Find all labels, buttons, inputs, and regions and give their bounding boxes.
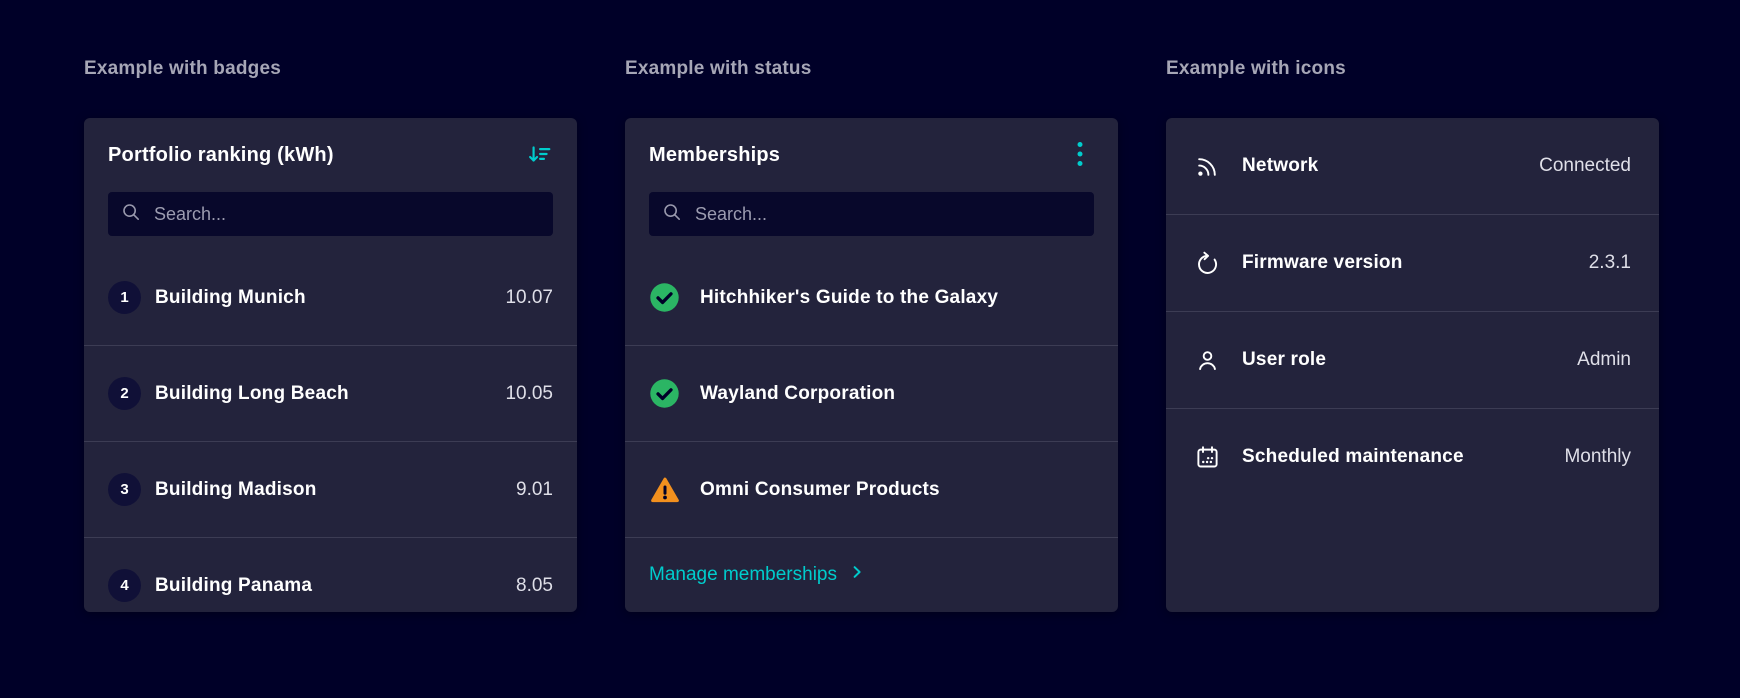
link-label: Manage memberships [649,564,837,585]
item-value: Connected [1539,155,1631,176]
sort-descending-icon [526,141,552,170]
examples-layout: Example with badges Portfolio ranking (k… [0,0,1740,612]
ranking-list: 1 Building Munich 10.07 2 Building Long … [84,250,577,612]
rank-badge: 3 [108,473,141,506]
rank-badge: 2 [108,377,141,410]
list-item: 4 Building Panama 8.05 [84,537,577,612]
section-status: Example with status Memberships Search..… [625,56,1118,612]
search-box [108,192,553,236]
search-box [649,192,1094,236]
search-input[interactable] [693,202,1081,226]
search-icon [662,202,682,227]
list-item: 3 Building Madison 9.01 [84,441,577,537]
section-icons: Example with icons Network Connected Fir… [1166,56,1659,612]
list-item: Scheduled maintenance Monthly [1166,408,1659,505]
section-title: Example with badges [84,58,282,79]
chevron-right-icon [852,564,862,586]
card-title: Portfolio ranking (kWh) [108,143,334,166]
list-item: Wayland Corporation [625,345,1118,441]
item-label: Scheduled maintenance [1242,446,1464,467]
search-input[interactable] [152,202,540,226]
card-empty-space [1166,505,1659,612]
sort-descending-button[interactable] [525,141,553,169]
list-item: User role Admin [1166,311,1659,408]
item-label: Building Munich [155,286,306,308]
item-value: 2.3.1 [1588,252,1631,273]
item-label: Building Panama [155,574,313,596]
rank-badge: 4 [108,569,141,602]
list-item: 1 Building Munich 10.07 [84,250,577,345]
item-label: Building Long Beach [155,382,349,404]
device-info-card: Network Connected Firmware version 2.3.1 [1166,118,1659,612]
item-label: Omni Consumer Products [700,478,940,500]
list-item: Firmware version 2.3.1 [1166,214,1659,311]
memberships-list: Hitchhiker's Guide to the Galaxy Wayland… [625,250,1118,612]
section-badges: Example with badges Portfolio ranking (k… [84,56,577,612]
section-title: Example with status [625,58,812,79]
item-value: 9.01 [516,478,553,500]
section-title: Example with icons [1166,58,1346,79]
item-label: Wayland Corporation [700,382,896,404]
success-check-icon [649,378,680,409]
item-value: Monthly [1564,446,1631,467]
list-item: 2 Building Long Beach 10.05 [84,345,577,441]
item-label: Hitchhiker's Guide to the Galaxy [700,286,999,308]
item-label: User role [1242,349,1327,370]
success-check-icon [649,282,680,313]
card-footer: Manage memberships [625,537,1118,612]
item-value: Admin [1577,349,1631,370]
refresh-icon [1194,250,1221,277]
network-icon [1194,153,1221,180]
portfolio-ranking-card: Portfolio ranking (kWh) Search... 1 Buil… [84,118,577,612]
item-value: 8.05 [516,574,553,596]
list-item: Network Connected [1166,118,1659,214]
search-icon [121,202,141,227]
card-header: Memberships [625,118,1118,192]
search-wrap [625,192,1118,250]
manage-memberships-link[interactable]: Manage memberships [649,564,862,586]
item-label: Network [1242,155,1319,176]
item-value: 10.05 [505,382,553,404]
warning-triangle-icon [649,476,680,504]
card-title: Memberships [649,143,781,166]
kebab-menu-button[interactable] [1066,141,1094,169]
list-item: Hitchhiker's Guide to the Galaxy [625,250,1118,345]
rank-badge: 1 [108,281,141,314]
item-value: 10.07 [505,286,553,308]
kebab-menu-icon [1076,140,1084,171]
list-item: Omni Consumer Products [625,441,1118,537]
search-wrap [84,192,577,250]
memberships-card: Memberships Search... Hitchhiker's Guide… [625,118,1118,612]
card-header: Portfolio ranking (kWh) [84,118,577,192]
item-label: Building Madison [155,478,317,500]
calendar-icon [1194,444,1221,471]
item-label: Firmware version [1242,252,1403,273]
user-icon [1194,347,1221,374]
